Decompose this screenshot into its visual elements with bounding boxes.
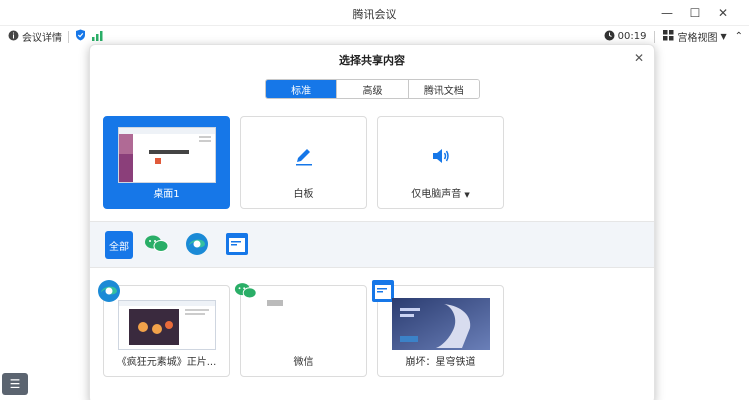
info-icon bbox=[8, 30, 19, 44]
wechat-window-thumbnail bbox=[267, 300, 283, 306]
app-card-wechat[interactable]: 微信 bbox=[234, 283, 367, 377]
meeting-details-button[interactable]: 会议详情 bbox=[8, 29, 62, 44]
list-icon: ☰ bbox=[9, 377, 21, 391]
shield-icon[interactable] bbox=[75, 29, 86, 44]
app-label-wechat: 微信 bbox=[293, 357, 314, 368]
meeting-details-label: 会议详情 bbox=[22, 33, 62, 44]
share-dialog: 选择共享内容 ✕ 标准 高级 腾讯文档 桌面1 白板 仅电脑声音 ▼ 全部 《疯… bbox=[89, 44, 655, 400]
list-menu-button[interactable]: ☰ bbox=[2, 373, 28, 395]
clock-icon bbox=[604, 30, 615, 44]
meeting-timer: 00:19 bbox=[604, 30, 647, 44]
wechat-icon bbox=[234, 279, 258, 303]
game-window-thumbnail bbox=[392, 298, 490, 350]
wechat-icon bbox=[144, 233, 170, 258]
meeting-toolbar: 会议详情 00:19 宫格视图 ▼ ⌃ bbox=[0, 26, 749, 46]
filter-all-button[interactable]: 全部 bbox=[105, 231, 133, 259]
tab-standard[interactable]: 标准 bbox=[266, 80, 338, 98]
tab-tencent-docs[interactable]: 腾讯文档 bbox=[408, 80, 479, 98]
grid-icon bbox=[663, 29, 674, 44]
desktop-thumbnail bbox=[118, 127, 216, 183]
timer-value: 00:19 bbox=[617, 31, 647, 42]
share-desktop-card[interactable]: 桌面1 bbox=[103, 116, 230, 209]
share-sound-only-card[interactable]: 仅电脑声音 ▼ bbox=[377, 116, 504, 209]
caret-down-icon: ▼ bbox=[464, 191, 470, 199]
app-card-edge-movie[interactable]: 《疯狂元素城》正片... bbox=[98, 280, 230, 377]
view-mode-label: 宫格视图 bbox=[677, 33, 718, 44]
desktop-label: 桌面1 bbox=[153, 189, 180, 200]
tab-advanced[interactable]: 高级 bbox=[337, 80, 409, 98]
minimize-button[interactable]: — bbox=[653, 2, 681, 24]
app-card-game[interactable]: 崩坏：星穹铁道 bbox=[372, 280, 504, 377]
close-window-button[interactable]: ✕ bbox=[709, 2, 737, 24]
whiteboard-label: 白板 bbox=[293, 189, 314, 200]
divider bbox=[654, 30, 656, 43]
edge-browser-icon bbox=[185, 232, 209, 259]
share-whiteboard-card[interactable]: 白板 bbox=[240, 116, 367, 209]
app-label-movie: 《疯狂元素城》正片... bbox=[116, 357, 217, 368]
signal-icon[interactable] bbox=[92, 30, 103, 44]
expand-icon[interactable]: ⌃ bbox=[735, 31, 743, 42]
share-mode-tabs: 标准 高级 腾讯文档 bbox=[265, 79, 480, 99]
window-title: 腾讯会议 bbox=[352, 8, 397, 21]
pen-icon bbox=[293, 145, 315, 170]
app-filter-bar: 全部 bbox=[90, 221, 654, 268]
view-mode-dropdown[interactable]: 宫格视图 ▼ bbox=[663, 29, 727, 44]
maximize-button[interactable]: ☐ bbox=[681, 2, 709, 24]
dialog-title: 选择共享内容 bbox=[339, 54, 405, 67]
caret-down-icon: ▼ bbox=[720, 32, 727, 41]
edge-window-thumbnail bbox=[118, 300, 216, 350]
filter-wechat-button[interactable] bbox=[143, 231, 171, 259]
speaker-icon bbox=[430, 145, 452, 170]
divider bbox=[68, 30, 69, 43]
window-titlebar: 腾讯会议 — ☐ ✕ bbox=[0, 0, 749, 26]
filter-window-button[interactable] bbox=[223, 231, 251, 259]
sound-only-label: 仅电脑声音 ▼ bbox=[411, 189, 470, 200]
window-app-icon bbox=[225, 232, 249, 259]
app-label-game: 崩坏：星穹铁道 bbox=[405, 357, 476, 368]
dialog-close-button[interactable]: ✕ bbox=[630, 49, 648, 67]
filter-edge-button[interactable] bbox=[183, 231, 211, 259]
